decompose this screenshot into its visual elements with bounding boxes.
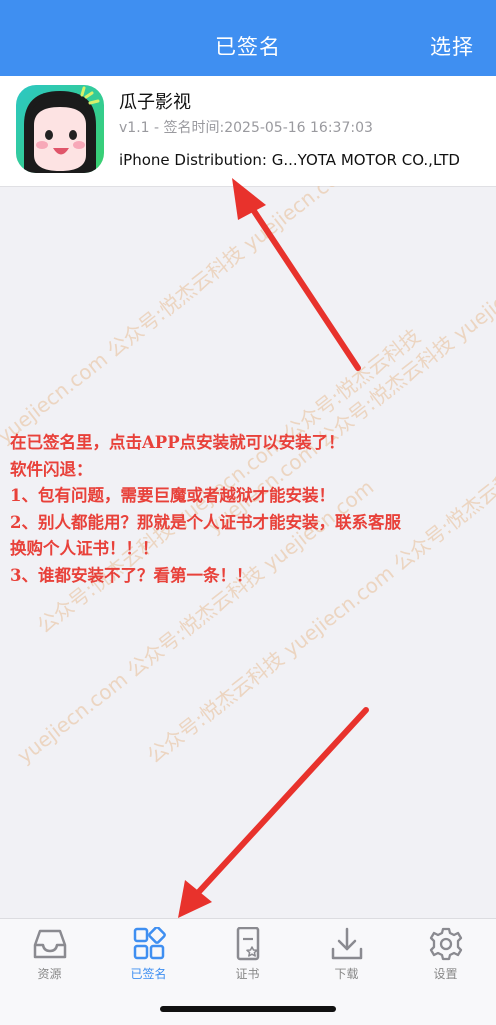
notice-line: 在已签名里，点击APP点安装就可以安装了！	[10, 433, 345, 452]
install-notice: 在已签名里，点击APP点安装就可以安装了！ 软件闪退： 1、包有问题，需要巨魔或…	[10, 430, 486, 589]
certificate-icon	[236, 927, 259, 961]
download-icon	[331, 927, 362, 960]
notice-line: 3、谁都安装不了？看第一条！！	[10, 565, 253, 585]
grid-apps-icon	[133, 927, 166, 960]
select-button[interactable]: 选择	[430, 31, 474, 61]
notice-line: 软件闪退：	[10, 459, 93, 479]
home-indicator	[160, 1006, 336, 1012]
tab-resources[interactable]: 资源	[0, 927, 99, 991]
notice-line: 1、包有问题，需要巨魔或者越狱才能安装！	[10, 486, 335, 505]
app-name: 瓜子影视	[119, 92, 191, 113]
tab-label: 证书	[235, 967, 260, 981]
app-icon[interactable]	[16, 85, 104, 173]
tab-label: 资源	[37, 967, 62, 981]
watermark-line: yuejiecn.com 公众号:悦杰云科技 yuejiecn.com	[0, 186, 359, 449]
tab-label: 已签名	[130, 967, 167, 981]
notice-line: 换购个人证书！！！	[10, 539, 159, 558]
tab-settings[interactable]: 设置	[396, 927, 495, 991]
page-title: 已签名	[215, 35, 281, 59]
arrow-to-signed-tab	[178, 707, 369, 918]
signed-app-item[interactable]: 瓜子影视 v1.1 - 签名时间:2025-05-16 16:37:03 iPh…	[0, 76, 496, 187]
inbox-tray-icon	[33, 929, 66, 959]
tab-label: 设置	[433, 967, 458, 981]
tab-certificate[interactable]: 证书	[198, 927, 297, 991]
tab-signed[interactable]: 已签名	[99, 927, 198, 991]
tab-label: 下载	[334, 967, 359, 981]
gear-icon	[429, 927, 462, 961]
tab-download[interactable]: 下载	[297, 927, 396, 991]
notice-line: 2、别人都能用？那就是个人证书才能安装，联系客服	[10, 512, 401, 532]
arrow-to-app-item	[232, 178, 361, 371]
nav-bar: 已签名 选择	[0, 0, 496, 76]
app-certificate: iPhone Distribution: G...YOTA MOTOR CO.,…	[119, 151, 460, 169]
app-version-sign-time: v1.1 - 签名时间:2025-05-16 16:37:03	[119, 120, 373, 136]
